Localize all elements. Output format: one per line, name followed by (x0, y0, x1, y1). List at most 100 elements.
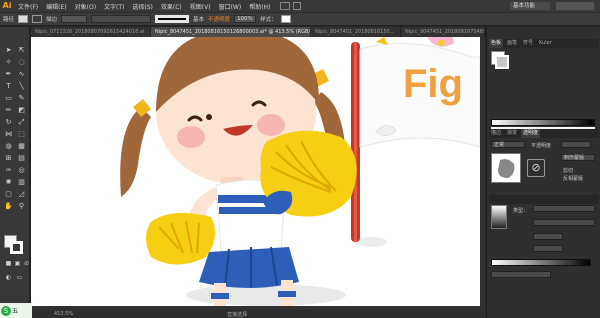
hand-tool-icon[interactable]: ✋ (3, 201, 14, 211)
arrange-icon[interactable] (293, 2, 302, 10)
flag-pole-highlight (354, 42, 357, 242)
invert-mask-checkbox[interactable]: 反相蒙版 (563, 175, 583, 182)
tools-panel: ➤ ⇱ ✧ ◌ ✒ ∿ T ╲ ▭ ✎ ✏ ◩ ↻ ⤢ ⋈ ⬚ ◍ ▦ ⊞ ▤ … (0, 27, 30, 310)
type-tool-icon[interactable]: T (3, 81, 14, 91)
left-sock-stripe (211, 293, 229, 299)
brush-definition[interactable] (155, 15, 190, 23)
mesh-icon[interactable]: ⊞ (3, 153, 14, 163)
scale-icon[interactable]: ⤢ (16, 117, 27, 127)
graphic-style-swatch[interactable] (280, 15, 291, 23)
free-transform-icon[interactable]: ⬚ (16, 129, 27, 139)
gradient-type-dropdown[interactable] (533, 205, 595, 212)
tab-stroke[interactable]: 描边 (489, 129, 503, 138)
tab-kuler[interactable]: Kuler (537, 39, 554, 48)
menu-window[interactable]: 窗口(W) (215, 2, 246, 11)
flower-center (438, 40, 444, 46)
gradient-swatch[interactable] (491, 205, 507, 229)
menu-effect[interactable]: 效果(C) (157, 2, 186, 11)
current-tool-status[interactable]: 直接选择 (227, 311, 247, 318)
paintbrush-icon[interactable]: ✎ (16, 93, 27, 103)
symbol-sprayer-icon[interactable]: ✺ (3, 177, 14, 187)
zoom-tool-icon[interactable]: ⚲ (16, 201, 27, 211)
stroke-color-swatch[interactable] (32, 15, 43, 23)
fill-color-swatch[interactable] (18, 15, 29, 23)
gradient-tool-icon[interactable]: ▤ (16, 153, 27, 163)
opacity-input[interactable]: 100% (234, 15, 257, 23)
menu-help[interactable]: 帮助(H) (245, 2, 274, 11)
gradient-slider[interactable] (491, 259, 591, 266)
rectangle-tool-icon[interactable]: ▭ (3, 93, 14, 103)
pencil-icon[interactable]: ✏ (3, 105, 14, 115)
artboard-tool-icon[interactable]: ▢ (3, 189, 14, 199)
graph-tool-icon[interactable]: ▥ (16, 177, 27, 187)
app-logo: Ai (2, 1, 12, 10)
menu-select[interactable]: 选择(S) (128, 2, 157, 11)
draw-mode-icon[interactable]: ◐ (3, 273, 14, 283)
direct-selection-tool-icon[interactable]: ⇱ (16, 45, 27, 55)
tab-brushes[interactable]: 画笔 (505, 39, 519, 48)
screen-mode-icon[interactable]: ▭ (14, 273, 25, 283)
pen-tool-icon[interactable]: ✒ (3, 69, 14, 79)
variable-width-dropdown[interactable] (91, 15, 152, 23)
menu-edit[interactable]: 编辑(E) (42, 2, 70, 11)
rotate-icon[interactable]: ↻ (3, 117, 14, 127)
menu-bar: Ai 文件(F) 编辑(E) 对象(O) 文字(T) 选择(S) 效果(C) 视… (0, 0, 600, 12)
search-input[interactable] (556, 2, 594, 10)
transparency-panel-tabs: 描边 渐变 透明度 (489, 129, 599, 138)
gradient-stroke-dropdown[interactable] (533, 219, 595, 226)
right-cheek (257, 114, 285, 136)
tab-gradient[interactable]: 渐变 (505, 129, 519, 138)
selection-tool-icon[interactable]: ➤ (3, 45, 14, 55)
menu-file[interactable]: 文件(F) (14, 2, 42, 11)
swatches-panel-tabs: 色板 画笔 符号 Kuler (489, 39, 599, 48)
stroke-weight-dropdown[interactable] (61, 15, 88, 23)
doc-tab-3[interactable]: Nipic_8047451_20180816150... (311, 27, 401, 37)
transparency-opacity-input[interactable] (561, 141, 591, 148)
line-tool-icon[interactable]: ╲ (16, 81, 27, 91)
workspace-switcher[interactable]: 基本功能 (510, 2, 550, 10)
stroke-swatch[interactable] (10, 241, 23, 254)
menu-object[interactable]: 对象(O) (71, 2, 100, 11)
tab-swatches[interactable]: 色板 (489, 39, 504, 48)
control-bar: 路径 描边 基本 不透明度 100% 样式： (0, 12, 600, 26)
make-mask-button[interactable]: 制作蒙版 (561, 154, 595, 161)
swatch-stroke[interactable] (495, 55, 509, 69)
menu-view[interactable]: 视图(V) (186, 2, 215, 11)
opacity-label[interactable]: 不透明度 (208, 15, 230, 23)
stroke-label[interactable]: 描边 (46, 15, 57, 23)
ribbon-yellow (376, 37, 388, 45)
gradient-angle-input[interactable] (533, 233, 563, 240)
vertical-scrollbar[interactable] (480, 37, 485, 306)
slice-tool-icon[interactable]: ◿ (16, 189, 27, 199)
clip-checkbox[interactable]: 剪切 (563, 167, 573, 174)
bridge-icon[interactable] (280, 2, 291, 10)
doc-tab-1[interactable]: Nipic_0711326_20180807092615424016.ai (31, 27, 151, 37)
doc-tab-2[interactable]: Nipic_8047451_20180816150126800003.ai* @… (151, 27, 311, 37)
eyedropper-icon[interactable]: ✑ (3, 165, 14, 175)
grayscale-ramp[interactable] (491, 119, 595, 126)
doc-tab-4[interactable]: Nipic_9047451_20180816754652 (401, 27, 485, 37)
tab-symbols[interactable]: 符号 (521, 39, 535, 48)
left-pompom (146, 213, 215, 265)
ime-mode[interactable]: 五 (12, 306, 18, 315)
eraser-icon[interactable]: ◩ (16, 105, 27, 115)
zoom-level[interactable]: 413.5% (54, 311, 73, 317)
width-tool-icon[interactable]: ⋈ (3, 129, 14, 139)
gradient-aspect-input[interactable] (533, 245, 563, 252)
magic-wand-icon[interactable]: ✧ (3, 57, 14, 67)
curvature-icon[interactable]: ∿ (16, 69, 27, 79)
transparency-opacity-label: 不透明度 (531, 143, 552, 149)
no-mask-icon[interactable]: ⊘ (527, 159, 545, 177)
artboard-canvas[interactable]: Fig (31, 37, 480, 306)
ime-toolbar: S 五 (0, 303, 32, 318)
perspective-grid-icon[interactable]: ▦ (16, 141, 27, 151)
blend-tool-icon[interactable]: ◎ (16, 165, 27, 175)
blend-mode-dropdown[interactable]: 正常 (491, 141, 525, 148)
sogou-logo[interactable]: S (1, 305, 11, 316)
menu-type[interactable]: 文字(T) (100, 2, 128, 11)
shape-builder-icon[interactable]: ◍ (3, 141, 14, 151)
tab-transparency[interactable]: 透明度 (521, 129, 541, 138)
lasso-icon[interactable]: ◌ (16, 57, 27, 67)
gradient-stop-opacity[interactable] (491, 271, 551, 278)
gradient-type-label: 类型： (513, 208, 529, 214)
